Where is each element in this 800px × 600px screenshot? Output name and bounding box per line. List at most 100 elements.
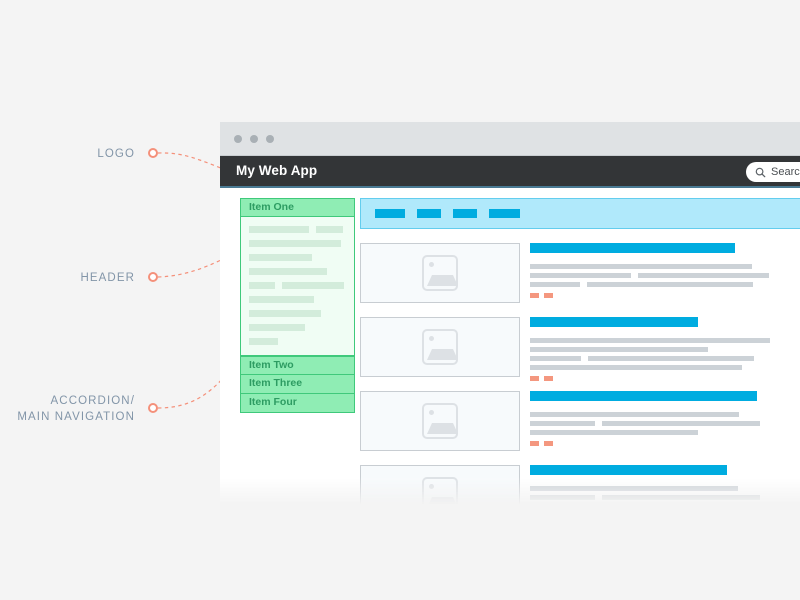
text-bar (530, 347, 708, 352)
maximize-dot-icon[interactable] (266, 135, 274, 143)
accordion-panel-one (240, 217, 355, 356)
accordion-main-navigation[interactable]: Item One Item Two Item Three Item Four (240, 198, 355, 413)
text-bar (602, 421, 760, 426)
window-controls[interactable] (234, 135, 274, 143)
text-bar (530, 421, 595, 426)
card-tags[interactable] (530, 376, 800, 381)
card-thumbnail (360, 465, 520, 507)
image-placeholder-icon (422, 477, 458, 507)
tag-marker[interactable] (530, 441, 539, 446)
window-chrome-bar (220, 122, 800, 156)
search-input[interactable]: Search (746, 162, 800, 182)
mountain-small-icon (435, 500, 443, 507)
card-text-block (530, 486, 800, 507)
tag-marker[interactable] (544, 293, 553, 298)
text-bar (530, 356, 581, 361)
close-dot-icon[interactable] (234, 135, 242, 143)
placeholder-bar (249, 268, 327, 275)
tag-marker[interactable] (530, 376, 539, 381)
placeholder-bar (316, 226, 343, 233)
placeholder-bar (249, 226, 309, 233)
annotation-label-accordion-main-navigation: ACCORDION/ MAIN NAVIGATION (17, 395, 135, 423)
card-thumbnail (360, 317, 520, 377)
sun-icon (429, 484, 434, 489)
text-bar (530, 365, 742, 370)
app-logo-title[interactable]: My Web App (236, 163, 317, 178)
accordion-item-two[interactable]: Item Two (240, 356, 355, 375)
text-bar (602, 495, 760, 500)
text-bar (530, 412, 739, 417)
card-tags[interactable] (530, 293, 800, 298)
text-bar (530, 486, 738, 491)
browser-window: My Web App Search Item One (220, 122, 800, 507)
main-navbar[interactable] (360, 198, 800, 229)
placeholder-bar (249, 254, 312, 261)
text-bar (638, 273, 769, 278)
text-bar (530, 430, 698, 435)
tag-marker[interactable] (544, 441, 553, 446)
content-card[interactable] (360, 391, 800, 451)
placeholder-row (249, 324, 346, 331)
placeholder-row (249, 282, 346, 289)
tag-marker[interactable] (530, 293, 539, 298)
placeholder-bar (249, 240, 341, 247)
sun-icon (429, 262, 434, 267)
accordion-item-three[interactable]: Item Three (240, 375, 355, 394)
text-bar (587, 282, 753, 287)
content-card[interactable] (360, 465, 800, 507)
placeholder-bar (249, 324, 305, 331)
search-icon (755, 167, 766, 177)
navbar-item-3[interactable] (453, 209, 477, 218)
annotation-label-logo: LOGO (97, 148, 135, 160)
navbar-item-4[interactable] (489, 209, 520, 218)
screenshot-canvas: LOGO HEADER ACCORDION/ MAIN NAVIGATION M… (0, 0, 800, 600)
placeholder-row (249, 310, 346, 317)
text-bar (530, 264, 752, 269)
placeholder-bar (249, 296, 314, 303)
search-placeholder: Search (771, 166, 800, 178)
placeholder-bar (249, 282, 275, 289)
placeholder-row (249, 268, 346, 275)
text-bar (530, 282, 580, 287)
card-body (530, 317, 800, 381)
card-title-bar (530, 391, 757, 401)
text-bar (530, 504, 698, 507)
card-title-bar (530, 243, 735, 253)
placeholder-row (249, 296, 346, 303)
image-placeholder-icon (422, 403, 458, 439)
accordion-item-four[interactable]: Item Four (240, 394, 355, 413)
accordion-item-one[interactable]: Item One (240, 198, 355, 217)
placeholder-row (249, 254, 346, 261)
card-text-block (530, 264, 800, 287)
mountain-small-icon (435, 352, 443, 360)
card-body (530, 465, 800, 507)
text-bar (530, 495, 595, 500)
text-bar (588, 356, 754, 361)
placeholder-row (249, 240, 346, 247)
content-card[interactable] (360, 317, 800, 381)
text-bar (530, 338, 770, 343)
content-card[interactable] (360, 243, 800, 303)
tag-marker[interactable] (544, 376, 553, 381)
placeholder-row (249, 226, 346, 233)
navbar-item-2[interactable] (417, 209, 441, 218)
app-header: My Web App Search (220, 156, 800, 188)
card-thumbnail (360, 243, 520, 303)
mountain-small-icon (435, 278, 443, 286)
placeholder-bar (249, 310, 321, 317)
card-text-block (530, 338, 800, 370)
annotation-label-header: HEADER (80, 272, 135, 284)
minimize-dot-icon[interactable] (250, 135, 258, 143)
placeholder-bar (282, 282, 344, 289)
main-content (360, 198, 800, 507)
sun-icon (429, 410, 434, 415)
navbar-item-1[interactable] (375, 209, 405, 218)
card-text-block (530, 412, 800, 435)
image-placeholder-icon (422, 329, 458, 365)
sun-icon (429, 336, 434, 341)
card-body (530, 391, 800, 446)
card-tags[interactable] (530, 441, 800, 446)
card-thumbnail (360, 391, 520, 451)
placeholder-bar (249, 338, 278, 345)
mountain-small-icon (435, 426, 443, 434)
